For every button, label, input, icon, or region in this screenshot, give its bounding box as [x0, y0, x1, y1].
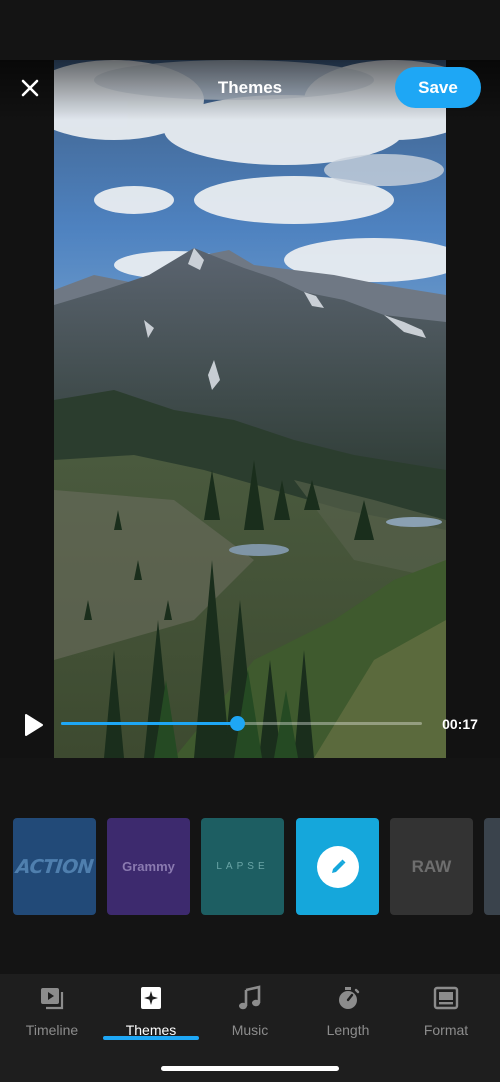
theme-lapse[interactable]: LAPSE [201, 818, 284, 915]
theme-picker: ACTION Grammy LAPSE RAW [0, 818, 500, 915]
tab-format-label: Format [423, 1022, 469, 1038]
format-icon [432, 984, 460, 1012]
stopwatch-icon [334, 984, 362, 1012]
theme-raw-label: RAW [411, 856, 452, 876]
edit-theme-button[interactable] [316, 845, 359, 888]
save-button[interactable]: Save [395, 67, 481, 108]
scrubber-progress [61, 722, 238, 725]
theme-grammy[interactable]: Grammy [107, 818, 190, 915]
play-button[interactable] [20, 712, 46, 738]
tab-themes[interactable]: Themes [101, 982, 201, 1042]
play-icon [25, 714, 43, 736]
tab-music[interactable]: Music [200, 982, 300, 1042]
tab-length-label: Length [326, 1022, 370, 1038]
theme-action-label: ACTION [14, 855, 95, 878]
pencil-icon [331, 859, 345, 873]
theme-raw[interactable]: RAW [390, 818, 473, 915]
bottom-tab-bar: Timeline Themes Music Length Format [0, 974, 500, 1082]
tab-timeline-label: Timeline [25, 1022, 79, 1038]
current-time: 00:17 [442, 716, 478, 732]
mountain-landscape-image [54, 60, 446, 758]
theme-custom-selected[interactable] [296, 818, 379, 915]
theme-lapse-label: LAPSE [216, 861, 269, 872]
tab-music-label: Music [231, 1022, 269, 1038]
playback-controls: 00:17 [0, 700, 500, 750]
sparkle-icon [137, 984, 165, 1012]
theme-next-partial[interactable] [484, 818, 500, 915]
tab-timeline[interactable]: Timeline [2, 982, 102, 1042]
active-tab-indicator [103, 1036, 199, 1040]
home-indicator [161, 1066, 339, 1071]
theme-action[interactable]: ACTION [13, 818, 96, 915]
theme-grammy-label: Grammy [122, 859, 175, 874]
video-preview[interactable] [0, 60, 500, 758]
scrubber-track[interactable] [61, 716, 422, 731]
timeline-icon [38, 984, 66, 1012]
scrubber-handle[interactable] [230, 716, 246, 731]
video-frame [54, 60, 446, 758]
tab-format[interactable]: Format [396, 982, 496, 1042]
tab-length[interactable]: Length [298, 982, 398, 1042]
music-note-icon [236, 984, 264, 1012]
